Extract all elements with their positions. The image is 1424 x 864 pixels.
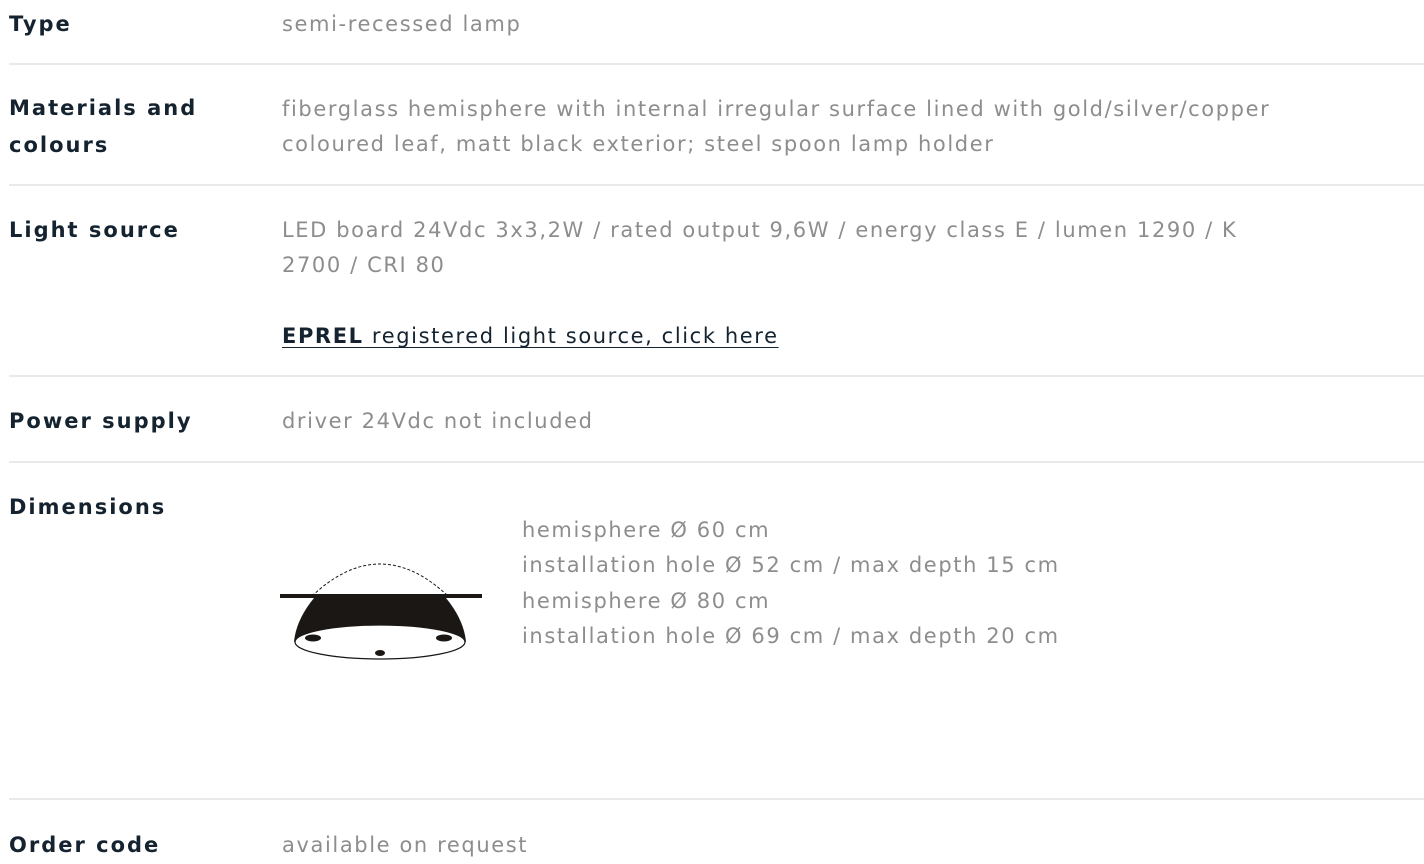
materials-label: Materials and colours: [9, 90, 259, 164]
semi-recessed-hemisphere-lamp-drawing-icon: [280, 563, 482, 660]
order-code-label: Order code: [9, 833, 161, 857]
materials-value: fiberglass hemisphere with internal irre…: [282, 92, 1424, 162]
materials-label-line1: Materials and: [9, 96, 198, 120]
materials-value-line2: coloured leaf, matt black exterior; stee…: [282, 132, 995, 156]
dimension-line: hemisphere Ø 80 cm: [522, 588, 771, 613]
dimensions-list: hemisphere Ø 60 cm installation hole Ø 5…: [522, 513, 1060, 654]
light-source-value: LED board 24Vdc 3x3,2W / rated output 9,…: [282, 213, 1424, 283]
light-source-value-line2: 2700 / CRI 80: [282, 253, 446, 277]
order-code-value: available on request: [282, 833, 529, 857]
eprel-link-text: registered light source, click here: [363, 324, 779, 348]
power-supply-label: Power supply: [9, 409, 193, 433]
light-source-label: Light source: [9, 218, 180, 242]
eprel-link-bold: EPREL: [282, 324, 364, 348]
materials-value-line1: fiberglass hemisphere with internal irre…: [282, 97, 1271, 121]
dimension-line: installation hole Ø 52 cm / max depth 15…: [522, 553, 1060, 578]
power-supply-value: driver 24Vdc not included: [282, 409, 594, 433]
divider: [9, 184, 1424, 186]
dimensions-label: Dimensions: [9, 495, 167, 519]
light-source-value-line1: LED board 24Vdc 3x3,2W / rated output 9,…: [282, 218, 1238, 242]
type-label: Type: [9, 12, 72, 36]
product-spec-table: Type semi-recessed lamp Materials and co…: [0, 0, 1424, 859]
divider: [9, 63, 1424, 65]
dimension-line: hemisphere Ø 60 cm: [522, 518, 771, 542]
type-value: semi-recessed lamp: [282, 12, 522, 36]
divider: [9, 375, 1424, 377]
dimension-line: installation hole Ø 69 cm / max depth 20…: [522, 623, 1060, 648]
eprel-link[interactable]: EPREL registered light source, click her…: [282, 319, 779, 354]
divider: [9, 461, 1424, 463]
materials-label-line2: colours: [9, 133, 110, 157]
divider: [9, 798, 1424, 800]
